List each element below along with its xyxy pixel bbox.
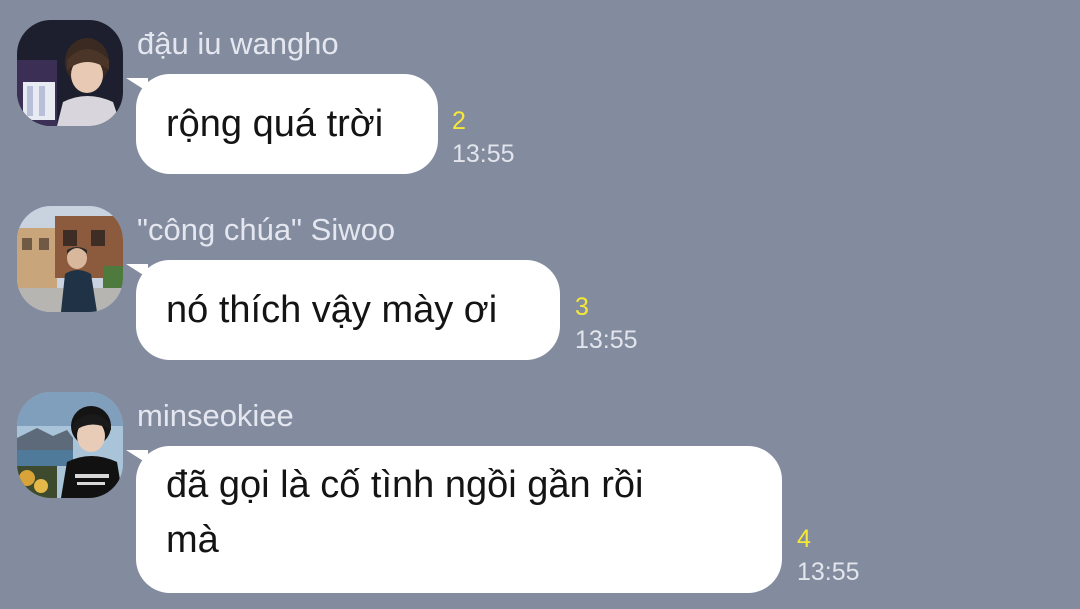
profile-photo-icon (17, 20, 123, 126)
profile-photo-icon (17, 392, 123, 498)
message-meta: 2 13:55 (452, 107, 515, 169)
unread-count: 2 (452, 107, 466, 135)
message-text: nó thích vậy mày ơi (166, 288, 498, 331)
sender-name: đậu iu wangho (137, 26, 339, 61)
message-bubble[interactable]: nó thích vậy mày ơi (126, 260, 560, 360)
message-meta: 3 13:55 (575, 293, 638, 355)
sender-name: "công chúa" Siwoo (137, 212, 396, 247)
message-time: 13:55 (452, 140, 515, 168)
bubble-tail (126, 78, 148, 92)
sender-name: minseokiee (137, 398, 294, 433)
unread-count: 4 (797, 525, 811, 553)
sender-avatar[interactable] (17, 20, 123, 126)
sender-avatar[interactable] (17, 206, 123, 312)
message-bubble[interactable]: đã gọi là cố tình ngồi gần rồi mà (126, 446, 782, 593)
message-time: 13:55 (575, 326, 638, 354)
message-text: rộng quá trời (166, 102, 384, 145)
unread-count: 3 (575, 293, 589, 321)
message-bubble[interactable]: rộng quá trời (126, 74, 438, 174)
message-time: 13:55 (797, 558, 860, 586)
sender-avatar[interactable] (17, 392, 123, 498)
message-meta: 4 13:55 (797, 525, 860, 587)
profile-photo-icon (17, 206, 123, 312)
bubble-tail (126, 450, 148, 464)
message-text: đã gọi là cố tình ngồi gần rồi mà (166, 464, 644, 561)
bubble-tail (126, 264, 148, 278)
